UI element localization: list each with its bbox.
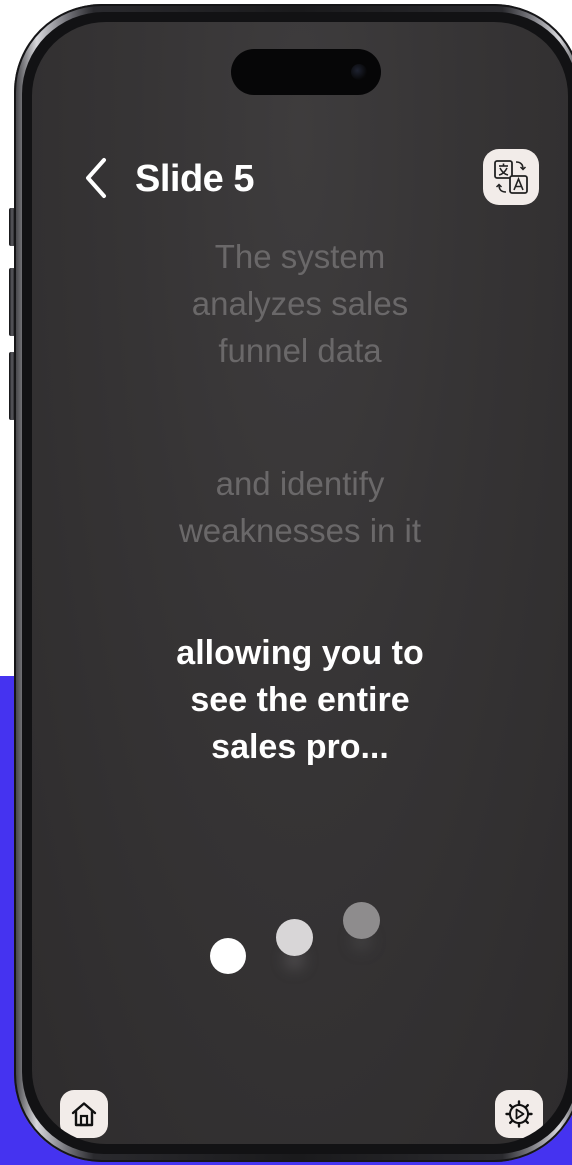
transcript-line: funnel data bbox=[218, 332, 382, 369]
transcript-line: and identify bbox=[215, 465, 385, 502]
page-title: Slide 5 bbox=[135, 158, 255, 200]
current-transcript-line: sales pro... bbox=[211, 728, 389, 766]
dynamic-island bbox=[231, 49, 381, 95]
loading-dot bbox=[210, 938, 246, 974]
home-icon bbox=[71, 1102, 97, 1127]
chevron-left-icon bbox=[86, 158, 106, 198]
loading-dot bbox=[276, 919, 313, 956]
camera-icon bbox=[351, 64, 367, 80]
back-button[interactable] bbox=[80, 156, 114, 200]
phone-screen-bezel: Slide 5 The system analyzes sales funnel… bbox=[22, 12, 572, 1154]
transcript-line: The system bbox=[214, 238, 386, 275]
transcript-line: analyzes sales bbox=[191, 285, 409, 322]
current-transcript-line: allowing you to bbox=[176, 634, 424, 672]
loading-dot bbox=[343, 902, 380, 939]
gear-icon bbox=[505, 1100, 533, 1128]
translate-icon bbox=[494, 160, 528, 194]
transcript-line: weaknesses in it bbox=[178, 512, 422, 549]
home-button[interactable] bbox=[60, 1090, 108, 1138]
translate-button[interactable] bbox=[483, 149, 539, 205]
current-transcript-line: see the entire bbox=[190, 681, 410, 719]
settings-button[interactable] bbox=[495, 1090, 543, 1138]
stage: Slide 5 The system analyzes sales funnel… bbox=[0, 0, 572, 1165]
app-screen: Slide 5 The system analyzes sales funnel… bbox=[32, 22, 568, 1144]
